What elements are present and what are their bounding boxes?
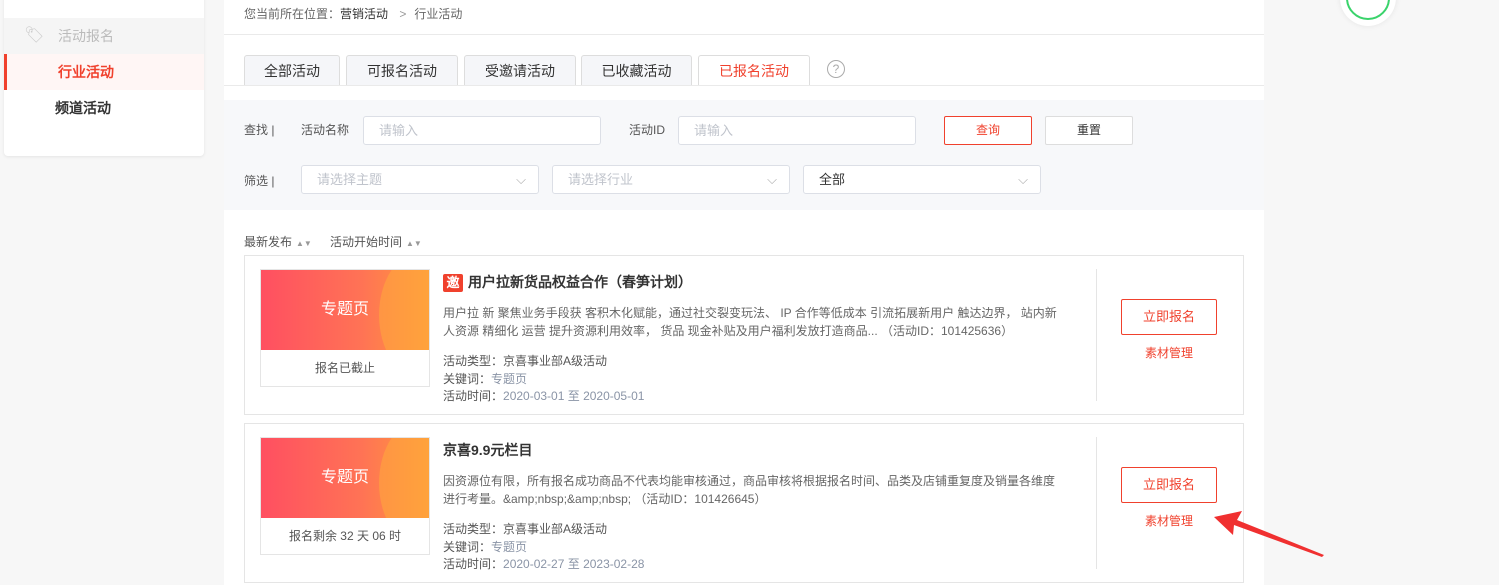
meta-label: 活动类型： (443, 354, 504, 368)
sort-latest-label: 最新发布 (244, 235, 293, 249)
filter-panel: 查找 | 活动名称 请输入 活动ID 请输入 查询 重置 筛选 | 请选择主题 ⌵… (224, 100, 1264, 210)
activity-time: 活动时间：2020-03-01 至 2020-05-01 (443, 388, 644, 404)
tab-registered-activities[interactable]: 已报名活动 (698, 55, 810, 86)
query-button[interactable]: 查询 (944, 116, 1032, 145)
tag-icon: 🏷 (24, 27, 45, 44)
meta-label: 活动时间： (443, 557, 504, 571)
activity-title-text: 京喜9.9元栏目 (443, 442, 533, 458)
activity-name-input[interactable]: 请输入 (363, 116, 601, 145)
tab-all-activities[interactable]: 全部活动 (244, 55, 340, 85)
status-select-value: 全部 (819, 172, 846, 187)
meta-label: 活动类型： (443, 522, 504, 536)
signup-status: 报名已截止 (314, 361, 375, 375)
search-label: 查找 | (244, 123, 275, 137)
breadcrumb-current: 行业活动 (414, 7, 463, 21)
breadcrumb-prefix: 您当前所在位置： (244, 7, 341, 21)
industry-select[interactable]: 请选择行业 ⌵ (552, 165, 790, 194)
main-panel: 您当前所在位置：营销活动 > 行业活动 全部活动 可报名活动 受邀请活动 已收藏活… (224, 0, 1264, 585)
activity-thumbnail[interactable]: 专题页 报名已截止 (260, 269, 430, 387)
sidebar-group-activity-signup: 🏷 活动报名 (4, 18, 204, 54)
meta-value: 2020-03-01 至 2020-05-01 (503, 389, 645, 403)
reset-button[interactable]: 重置 (1045, 116, 1133, 145)
signup-button[interactable]: 立即报名 (1121, 467, 1217, 503)
sidebar: 🏷 活动报名 行业活动 频道活动 (4, 0, 204, 156)
signup-button[interactable]: 立即报名 (1121, 299, 1217, 335)
sort-icon: ▲▼ (406, 239, 422, 248)
divider (1096, 269, 1097, 401)
chevron-down-icon: ⌵ (1018, 172, 1028, 187)
activity-name-label: 活动名称 (301, 123, 350, 137)
activity-description: 用户拉 新 聚焦业务手段获 客积木化赋能，通过社交裂变玩法、 IP 合作等低成本… (443, 306, 1057, 338)
activity-thumbnail[interactable]: 专题页报名剩余 32 天 06 时 (260, 437, 430, 555)
meta-value: 专题页 (491, 372, 528, 386)
signup-status: 报名剩余 32 天 06 时 (288, 529, 402, 543)
tab-favorited-activities[interactable]: 已收藏活动 (581, 55, 692, 85)
sort-start-time-label: 活动开始时间 (330, 235, 403, 249)
topic-select-placeholder: 请选择主题 (317, 172, 383, 187)
sidebar-group-label: 活动报名 (58, 28, 114, 44)
chevron-down-icon: ⌵ (516, 172, 526, 187)
meta-value: 专题页 (491, 540, 528, 554)
activity-card: 专题页 报名已截止 邀用户拉新货品权益合作（春笋计划） 用户拉 新 聚焦业务手段获… (244, 255, 1244, 415)
activity-card: 专题页 报名剩余 32 天 06 时 京喜9.9元栏目 因资源位有限，所有报名成功… (244, 423, 1244, 583)
activity-type: 活动类型：京喜事业部A级活动 (443, 353, 607, 369)
meta-value: 2020-02-27 至 2023-02-28 (503, 557, 645, 571)
sort-start-time[interactable]: 活动开始时间 ▲▼ (330, 233, 422, 250)
activity-title[interactable]: 京喜9.9元栏目 (443, 440, 532, 460)
invited-badge: 邀 (443, 274, 463, 292)
tab-invited-activities[interactable]: 受邀请活动 (464, 55, 576, 85)
meta-label: 关键词： (443, 372, 492, 386)
activity-id-input[interactable]: 请输入 (678, 116, 916, 145)
sort-icon: ▲▼ (296, 239, 312, 248)
tabs-divider (224, 85, 1264, 86)
meta-value: 京喜事业部A级活动 (503, 354, 608, 368)
activity-id-label: 活动ID (629, 123, 666, 137)
material-management-link[interactable]: 素材管理 (1121, 344, 1217, 361)
floating-status-widget[interactable] (1340, 0, 1396, 26)
topic-select[interactable]: 请选择主题 ⌵ (301, 165, 539, 194)
sort-latest[interactable]: 最新发布 ▲▼ (244, 233, 312, 250)
sidebar-item-channel-activity[interactable]: 频道活动 (4, 90, 204, 126)
activity-title-text: 用户拉新货品权益合作（春笋计划） (468, 274, 692, 290)
industry-select-placeholder: 请选择行业 (568, 172, 634, 187)
activity-type: 活动类型：京喜事业部A级活动 (443, 521, 607, 537)
thumbnail-label: 专题页 (320, 301, 369, 318)
divider (1096, 437, 1097, 569)
breadcrumb-separator: > (399, 7, 407, 21)
thumbnail-label: 专题页 (320, 469, 369, 486)
breadcrumb-parent[interactable]: 营销活动 (340, 7, 388, 21)
chevron-down-icon: ⌵ (767, 172, 777, 187)
breadcrumb: 您当前所在位置：营销活动 > 行业活动 (244, 5, 462, 22)
sidebar-item-industry-activity[interactable]: 行业活动 (4, 54, 204, 90)
activity-title[interactable]: 邀用户拉新货品权益合作（春笋计划） (443, 272, 692, 292)
annotation-arrow-icon (1214, 511, 1324, 557)
tab-available-activities[interactable]: 可报名活动 (346, 55, 458, 85)
help-icon[interactable]: ? (827, 60, 845, 78)
meta-value: 京喜事业部A级活动 (503, 522, 608, 536)
meta-label: 关键词： (443, 540, 492, 554)
activity-keywords: 关键词：专题页 (443, 371, 527, 387)
filter-label: 筛选 | (244, 174, 275, 188)
status-select[interactable]: 全部 ⌵ (803, 165, 1041, 194)
activity-description: 因资源位有限，所有报名成功商品不代表均能审核通过，商品审核将根据报名时间、品类及… (443, 474, 1056, 506)
meta-label: 活动时间： (443, 389, 504, 403)
activity-time: 活动时间：2020-02-27 至 2023-02-28 (443, 556, 644, 572)
activity-keywords: 关键词：专题页 (443, 539, 527, 555)
divider (224, 34, 1264, 35)
